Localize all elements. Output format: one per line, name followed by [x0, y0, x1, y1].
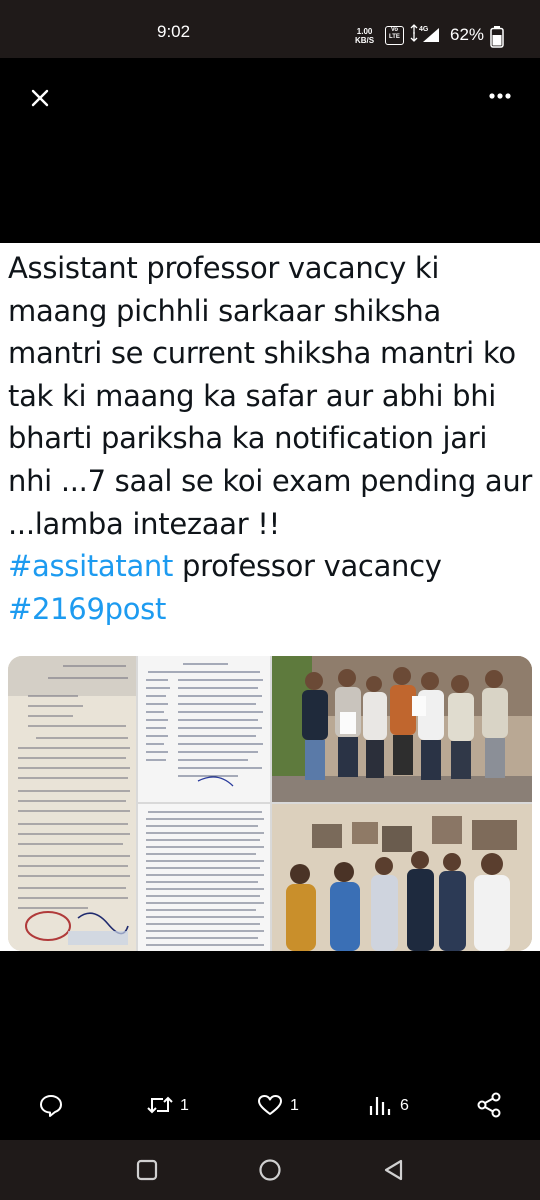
network-speed: 1.00 KB/S	[355, 27, 374, 45]
tweet-actions-bar: 1 1 6	[0, 1082, 540, 1130]
reply-icon	[40, 1095, 62, 1117]
hashtag-2169post[interactable]: #2169post	[8, 592, 166, 626]
retweet-count: 1	[180, 1097, 189, 1114]
group-photo-2-graphic	[272, 804, 532, 951]
volte-top: Vo	[390, 27, 399, 33]
media-image-letter-photo[interactable]	[8, 656, 136, 951]
signal-icon: 4G	[410, 24, 439, 42]
tweet-body: Assistant professor vacancy ki maang pic…	[8, 251, 533, 541]
retweet-icon	[147, 1096, 173, 1114]
speed-value: 1.00	[356, 27, 373, 36]
hashtag-assitatant[interactable]: #assitatant	[8, 549, 173, 583]
tweet-text: Assistant professor vacancy ki maang pic…	[8, 247, 534, 630]
share-button[interactable]	[476, 1092, 504, 1120]
media-image-group-photo-2[interactable]	[272, 804, 532, 951]
like-count: 1	[290, 1097, 299, 1114]
like-button[interactable]: 1	[256, 1092, 306, 1120]
scan-1-graphic	[138, 656, 270, 802]
battery-icon	[490, 26, 504, 48]
group-photo-1-graphic	[272, 656, 532, 802]
reply-button[interactable]	[38, 1092, 78, 1120]
close-icon[interactable]	[24, 82, 56, 114]
media-image-letter-scan-2[interactable]	[138, 804, 270, 951]
battery-percent: 62%	[450, 25, 485, 44]
home-icon[interactable]	[258, 1158, 282, 1182]
more-options-icon[interactable]	[484, 84, 516, 108]
tweet-card: Assistant professor vacancy ki maang pic…	[0, 243, 540, 951]
system-navigation-bar	[0, 1140, 540, 1200]
media-image-group-photo-1[interactable]	[272, 656, 532, 802]
tweet-media[interactable]	[8, 656, 532, 951]
media-viewer-header	[0, 58, 540, 243]
retweet-button[interactable]: 1	[146, 1092, 196, 1120]
share-icon	[477, 1092, 501, 1118]
status-bar: 9:02 1.00 KB/S Vo LTE 4G 62%	[0, 0, 540, 58]
network-type: 4G	[419, 26, 429, 33]
back-icon[interactable]	[382, 1158, 406, 1182]
views-button[interactable]: 6	[368, 1092, 418, 1120]
recents-icon[interactable]	[136, 1159, 158, 1181]
heart-icon	[258, 1095, 282, 1115]
status-time: 9:02	[157, 22, 191, 41]
views-count: 6	[400, 1097, 409, 1114]
tweet-text-continuation: professor vacancy	[173, 549, 442, 584]
views-icon	[369, 1097, 391, 1115]
media-image-letter-scan-1[interactable]	[138, 656, 270, 802]
speed-unit: KB/S	[355, 36, 375, 45]
scan-2-graphic	[138, 804, 270, 951]
letter-photo-graphic	[8, 656, 136, 951]
volte-icon: Vo LTE	[385, 26, 404, 45]
volte-bottom: LTE	[389, 34, 400, 40]
